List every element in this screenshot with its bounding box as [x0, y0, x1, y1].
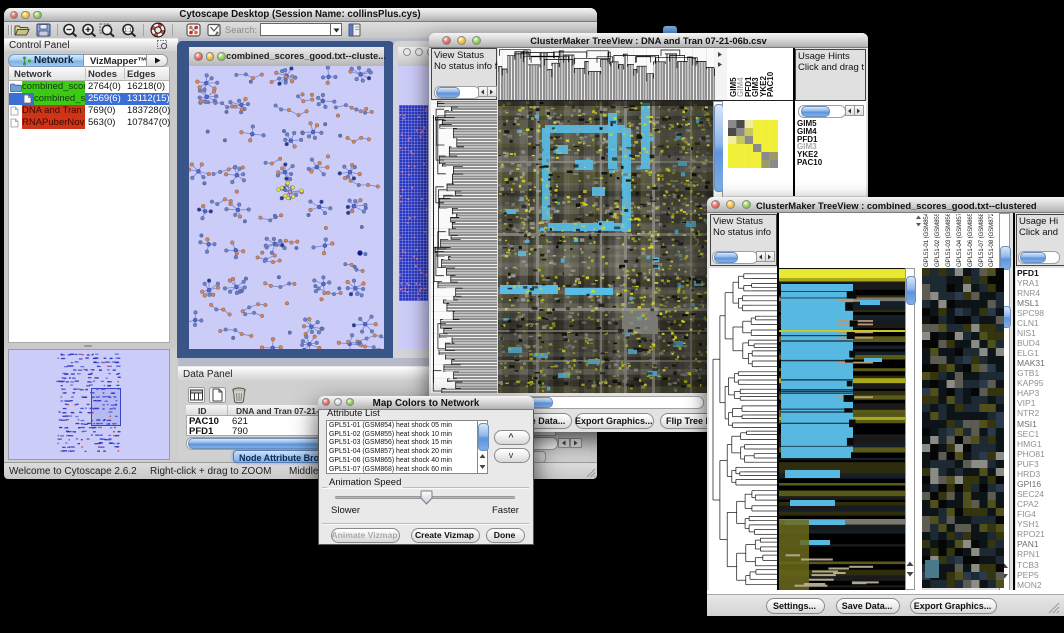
svg-text:1:1: 1:1: [124, 28, 132, 34]
